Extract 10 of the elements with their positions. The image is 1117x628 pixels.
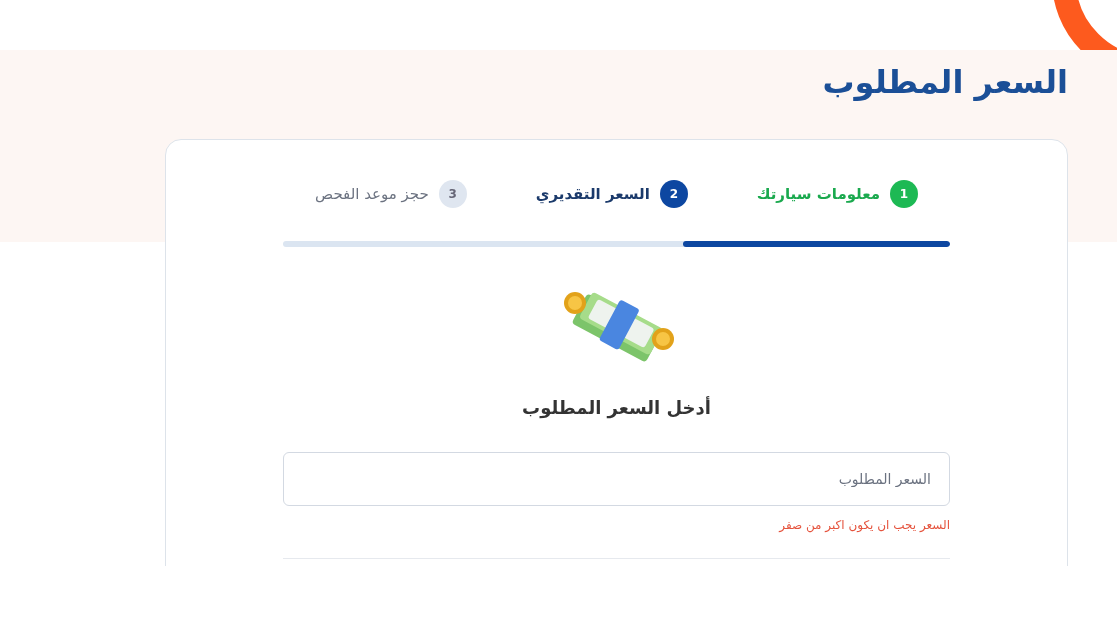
step-label: السعر التقديري xyxy=(535,185,650,203)
step-label: معلومات سيارتك xyxy=(756,185,880,203)
error-message: السعر يجب ان يكون اكبر من صفر xyxy=(777,518,950,532)
step-label: حجز موعد الفحص xyxy=(315,185,429,203)
form-heading: أدخل السعر المطلوب xyxy=(522,397,711,418)
page-title: السعر المطلوب xyxy=(822,62,1068,102)
step-number: 3 xyxy=(438,180,467,208)
step-number: 1 xyxy=(890,180,918,208)
price-input[interactable]: السعر المطلوب xyxy=(283,452,950,506)
step-number: 2 xyxy=(659,180,688,208)
